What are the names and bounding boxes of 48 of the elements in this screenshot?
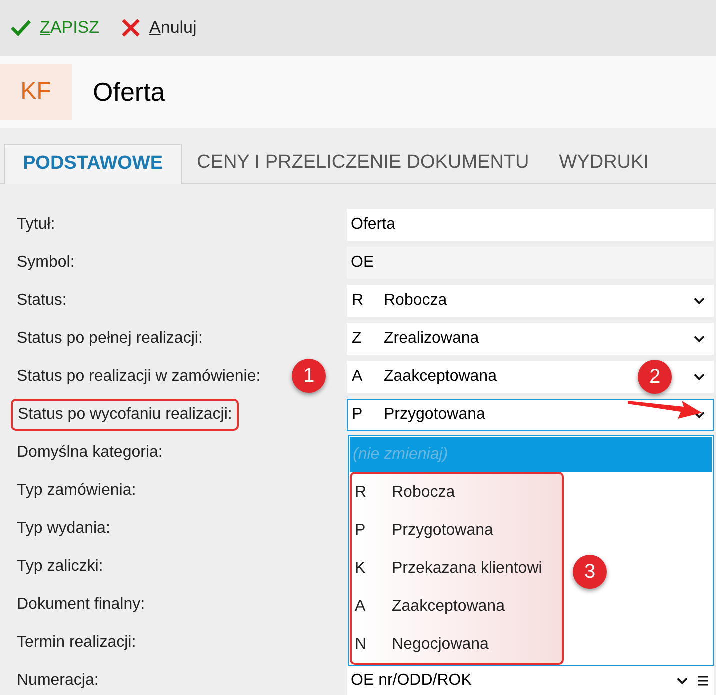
dropdown-option[interactable]: K Przekazana klientowi: [350, 550, 548, 588]
select-field[interactable]: OE nr/ODD/ROK: [347, 665, 714, 695]
chevron-down-icon[interactable]: [694, 411, 705, 419]
field-label: Status po wycofaniu realizacji:: [11, 399, 240, 431]
option-label: OE nr/ODD/ROK: [351, 671, 473, 691]
callout-number: 1: [292, 359, 326, 393]
save-button[interactable]: ZAPISZ: [10, 15, 100, 41]
dropdown-option[interactable]: A Zaakceptowana: [350, 588, 510, 626]
field-label: Status po pełnej realizacji:: [17, 330, 203, 347]
chevron-down-icon[interactable]: [694, 335, 705, 343]
field-label: Symbol:: [17, 254, 75, 271]
option-code: P: [352, 405, 364, 425]
field-label: Domyślna kategoria:: [17, 444, 163, 461]
text-field[interactable]: Oferta: [347, 209, 714, 241]
document-title: Oferta: [93, 76, 166, 108]
option-code: R: [352, 291, 365, 311]
close-icon: [120, 17, 142, 39]
select-field[interactable]: R Robocza: [347, 285, 714, 317]
chevron-down-icon[interactable]: [677, 677, 688, 685]
field-label: Numeracja:: [17, 672, 99, 689]
option-label: Robocza: [384, 291, 448, 311]
field-label: Tytuł:: [17, 216, 56, 233]
field-label: Termin realizacji:: [17, 634, 136, 651]
option-label: Przygotowana: [384, 405, 486, 425]
select-field[interactable]: P Przygotowana: [347, 399, 714, 431]
option-label: Zaakceptowana: [384, 367, 497, 387]
chevron-down-icon[interactable]: [694, 373, 705, 381]
chevron-down-icon[interactable]: [694, 297, 705, 305]
field-label: Dokument finalny:: [17, 596, 146, 613]
option-code: Z: [352, 329, 363, 349]
readonly-field: OE: [347, 247, 714, 279]
menu-icon[interactable]: [698, 676, 708, 686]
cancel-button[interactable]: Anuluj: [120, 15, 197, 41]
tab[interactable]: WYDRUKI: [544, 144, 664, 183]
field-label: Typ zaliczki:: [17, 558, 104, 575]
dropdown-option[interactable]: R Robocza: [350, 474, 460, 512]
field-label: Status po realizacji w zamówienie:: [17, 368, 261, 385]
dropdown-option[interactable]: P Przygotowana: [350, 512, 498, 550]
field-label: Typ zamówienia:: [17, 482, 136, 499]
field-label: Status:: [17, 292, 67, 309]
app-badge: KF: [0, 64, 72, 120]
field-label: Typ wydania:: [17, 520, 110, 537]
option-code: A: [352, 367, 364, 387]
option-label: Zrealizowana: [384, 329, 480, 349]
select-field[interactable]: Z Zrealizowana: [347, 323, 714, 355]
dropdown-option[interactable]: N Negocjowana: [350, 626, 494, 664]
tab[interactable]: CENY I PRZELICZENIE DOKUMENTU: [182, 144, 544, 183]
tab[interactable]: PODSTAWOWE: [4, 144, 182, 184]
